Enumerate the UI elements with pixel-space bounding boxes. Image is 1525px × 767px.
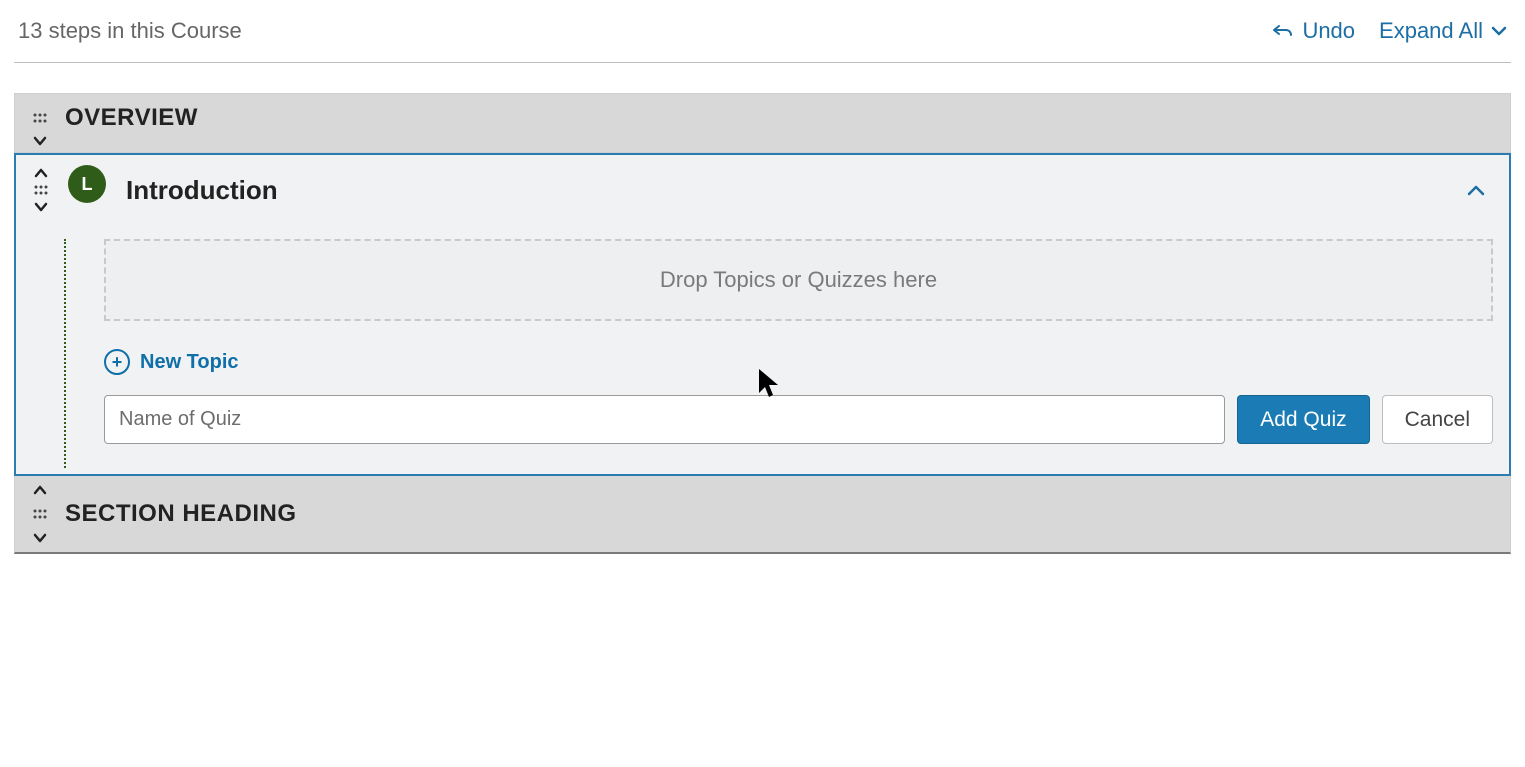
expand-all-label: Expand All	[1379, 18, 1483, 44]
new-topic-button[interactable]: + New Topic	[104, 349, 1493, 375]
move-down-icon[interactable]	[34, 199, 48, 215]
section-heading-block[interactable]: SECTION HEADING	[14, 476, 1511, 554]
undo-button[interactable]: Undo	[1272, 18, 1355, 44]
top-actions: Undo Expand All	[1272, 18, 1507, 44]
undo-label: Undo	[1302, 18, 1355, 44]
undo-icon	[1272, 23, 1294, 39]
introduction-header: L Introduction	[26, 165, 1493, 215]
collapse-icon[interactable]	[1467, 180, 1493, 201]
cancel-button[interactable]: Cancel	[1382, 395, 1493, 444]
expand-all-button[interactable]: Expand All	[1379, 18, 1507, 44]
drag-handle-icon[interactable]	[30, 183, 52, 197]
section-heading-title: SECTION HEADING	[65, 500, 297, 528]
reorder-controls	[26, 165, 56, 215]
introduction-body: Drop Topics or Quizzes here + New Topic …	[66, 239, 1493, 444]
quiz-name-input[interactable]	[104, 395, 1225, 444]
add-quiz-row: Add Quiz Cancel	[104, 395, 1493, 444]
tree-line	[64, 239, 66, 468]
new-topic-label: New Topic	[140, 351, 239, 374]
move-down-icon[interactable]	[29, 530, 51, 546]
move-up-icon[interactable]	[34, 165, 48, 181]
move-up-icon[interactable]	[29, 482, 51, 498]
dropzone[interactable]: Drop Topics or Quizzes here	[104, 239, 1493, 321]
overview-section-header[interactable]: OVERVIEW	[14, 93, 1511, 153]
course-steps-label: 13 steps in this Course	[18, 18, 242, 44]
lesson-badge: L	[68, 165, 106, 203]
add-quiz-button[interactable]: Add Quiz	[1237, 395, 1369, 444]
drag-handle-icon[interactable]	[29, 111, 51, 125]
chevron-down-icon	[1491, 25, 1507, 37]
move-down-icon[interactable]	[29, 136, 51, 146]
introduction-title: Introduction	[126, 175, 278, 206]
plus-circle-icon: +	[104, 349, 130, 375]
drag-handle-icon[interactable]	[29, 507, 51, 521]
introduction-panel: L Introduction Drop Topics or Quizzes he…	[14, 153, 1511, 476]
topbar: 13 steps in this Course Undo Expand All	[14, 10, 1511, 63]
overview-title: OVERVIEW	[65, 104, 198, 132]
